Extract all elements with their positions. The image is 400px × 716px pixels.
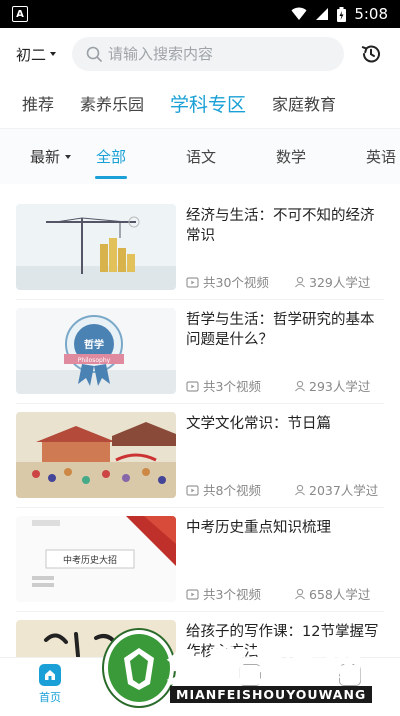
philosophy-title-text: 哲学 (84, 338, 104, 351)
recommend-icon (139, 664, 161, 686)
nav-recommend-label: 推荐 (139, 691, 161, 704)
search-box[interactable] (72, 37, 344, 71)
video-count: 共30个视频 (203, 275, 269, 290)
video-count: 共3个视频 (203, 379, 261, 394)
app-notification-icon: A (12, 6, 28, 22)
home-icon (39, 664, 61, 686)
nav-recommend[interactable]: 推荐 (100, 658, 200, 711)
video-count-icon (186, 380, 199, 392)
subtab-english[interactable]: 英语 (362, 129, 400, 185)
nav-home-label: 首页 (39, 691, 61, 704)
subject-filter-bar: 最新 全部 语文 数学 英语 (0, 128, 400, 184)
course-thumbnail-philosophy: 哲学 Philosophy (16, 308, 176, 394)
battery-icon (337, 6, 347, 22)
discover-icon (239, 664, 261, 686)
sort-dropdown-icon (65, 154, 72, 159)
course-card[interactable]: 中考历史大招 中考历史重点知识梳理 共3个视频 658人学过 (16, 508, 384, 612)
learners-icon (295, 276, 305, 287)
tab-recommend[interactable]: 推荐 (22, 91, 54, 115)
learners-icon (295, 380, 305, 391)
tab-family-education[interactable]: 家庭教育 (272, 91, 336, 115)
profile-icon (339, 664, 361, 686)
nav-profile[interactable]: 我的 (300, 658, 400, 711)
subtab-math[interactable]: 数学 (272, 129, 310, 185)
grade-label: 初二 (16, 45, 47, 64)
philosophy-subtitle-text: Philosophy (78, 357, 111, 364)
course-title: 中考历史重点知识梳理 (186, 520, 331, 536)
course-card[interactable]: 经济与生活：不可不知的经济常识 共30个视频 329人学过 (16, 196, 384, 300)
tab-subject-zone[interactable]: 学科专区 (170, 90, 246, 117)
video-count-icon (186, 276, 199, 288)
nav-profile-label: 我的 (339, 691, 361, 704)
learners-icon (295, 484, 305, 495)
video-count-icon (186, 588, 199, 600)
learner-count: 2037人学过 (309, 483, 379, 498)
course-list: 经济与生活：不可不知的经济常识 共30个视频 329人学过 哲学 Philoso… (0, 196, 400, 716)
course-title: 哲学与生活：哲学研究的基本问题是什么？ (186, 312, 375, 348)
video-count: 共3个视频 (203, 587, 261, 602)
status-right: 5:08 (291, 5, 388, 23)
search-input[interactable] (108, 45, 328, 63)
nav-home[interactable]: 首页 (0, 658, 100, 711)
nav-discover-label: 发现 (239, 691, 261, 704)
course-thumbnail-history: 中考历史大招 (16, 516, 176, 602)
subtab-chinese[interactable]: 语文 (182, 129, 220, 185)
subtab-all[interactable]: 全部 (92, 129, 130, 185)
bottom-navigation: 首页 推荐 发现 我的 (0, 657, 400, 711)
history-clock-icon (361, 45, 380, 63)
grade-selector[interactable]: 初二 (0, 44, 60, 65)
history-slide-text: 中考历史大招 (63, 554, 117, 566)
tab-literacy-park[interactable]: 素养乐园 (80, 91, 144, 115)
course-card[interactable]: 文学文化常识：节日篇 共8个视频 2037人学过 (16, 404, 384, 508)
course-title: 经济与生活：不可不知的经济常识 (186, 208, 375, 244)
status-bar: A 5:08 (0, 0, 400, 28)
video-count-icon (186, 484, 199, 496)
video-count: 共8个视频 (203, 483, 261, 498)
signal-icon (316, 8, 329, 20)
learners-icon (295, 588, 305, 599)
nav-discover[interactable]: 发现 (200, 658, 300, 711)
history-button[interactable] (360, 43, 382, 65)
learner-count: 293人学过 (309, 379, 371, 394)
course-thumbnail-festival (16, 412, 176, 498)
sort-dropdown[interactable]: 最新 (0, 146, 92, 167)
course-card[interactable]: 哲学 Philosophy 哲学与生活：哲学研究的基本问题是什么？ 共3个视频 … (16, 300, 384, 404)
search-header: 初二 (0, 28, 400, 80)
grade-dropdown-icon (50, 52, 57, 56)
status-time: 5:08 (354, 5, 388, 23)
sort-label: 最新 (30, 148, 61, 166)
wifi-icon (291, 7, 307, 20)
learner-count: 329人学过 (309, 275, 371, 290)
course-title: 文学文化常识：节日篇 (186, 416, 331, 432)
course-thumbnail-crane (16, 204, 176, 290)
learner-count: 658人学过 (309, 587, 371, 602)
main-category-tabs: 推荐 素养乐园 学科专区 家庭教育 (0, 80, 400, 126)
search-icon (86, 46, 102, 62)
